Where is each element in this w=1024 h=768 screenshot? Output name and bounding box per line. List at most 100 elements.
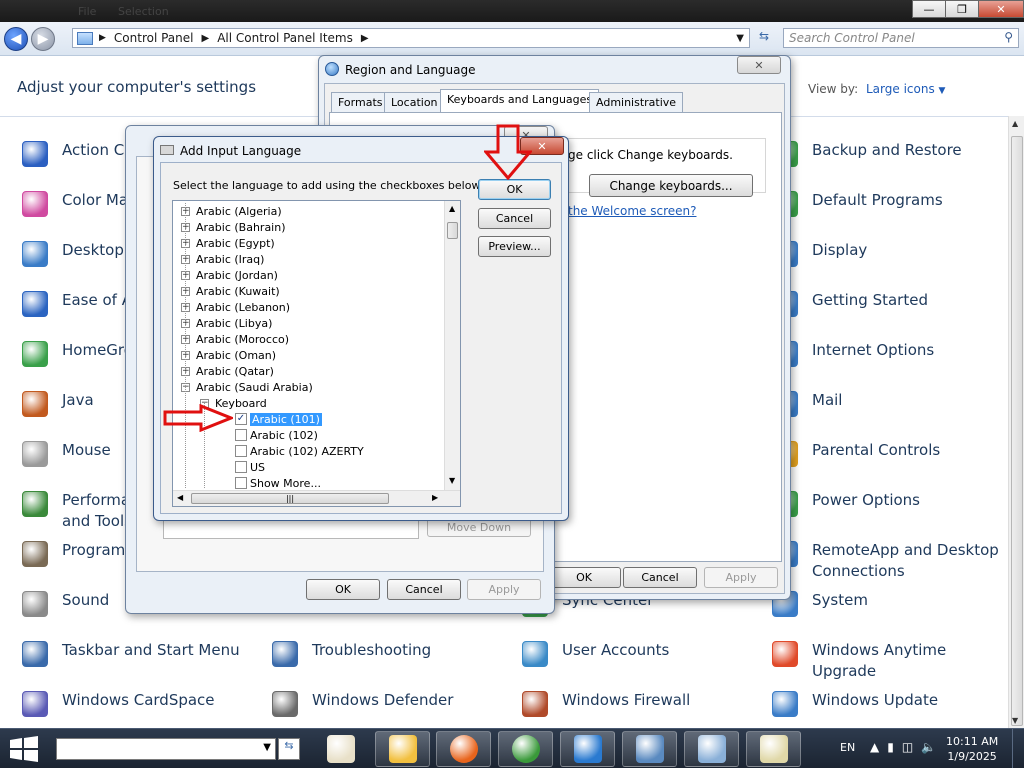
cp-item-ease-of-access[interactable]: Ease of A — [18, 287, 132, 321]
region-apply-button[interactable]: Apply — [704, 567, 778, 588]
scroll-down-arrow-icon[interactable]: ▼ — [1012, 716, 1018, 725]
cp-item-desktop-gadgets[interactable]: Desktop ( — [18, 237, 134, 271]
show-desktop-button[interactable] — [1012, 729, 1024, 768]
search-input[interactable]: Search Control Panel ⚲ — [783, 28, 1019, 48]
text-services-ok-button[interactable]: OK — [306, 579, 380, 600]
breadcrumb-all-items[interactable]: All Control Panel Items — [217, 31, 353, 45]
forward-button[interactable]: ▶ — [31, 27, 55, 51]
taskbar-address-input[interactable]: ▼ — [56, 738, 276, 760]
breadcrumb-control-panel[interactable]: Control Panel — [114, 31, 194, 45]
cp-item-backup[interactable]: Backup and Restore — [768, 137, 962, 171]
scroll-thumb[interactable] — [1011, 136, 1023, 726]
cp-item-default-programs[interactable]: Default Programs — [768, 187, 943, 221]
tree-item[interactable]: + Arabic (Egypt) — [181, 235, 275, 251]
scroll-down-arrow-icon[interactable]: ▼ — [449, 476, 455, 485]
search-icon[interactable]: ⚲ — [1004, 30, 1013, 44]
tree-item[interactable]: + Arabic (Lebanon) — [181, 299, 290, 315]
scroll-up-arrow-icon[interactable]: ▲ — [449, 204, 455, 213]
region-cancel-button[interactable]: Cancel — [623, 567, 697, 588]
cp-item-sound[interactable]: Sound — [18, 587, 109, 621]
cp-item-cardspace[interactable]: Windows CardSpace — [18, 687, 215, 721]
scroll-right-arrow-icon[interactable]: ▶ — [432, 493, 438, 502]
tree-item[interactable]: + Arabic (Kuwait) — [181, 283, 280, 299]
tree-scroll-thumb[interactable] — [447, 222, 458, 239]
cp-item-troubleshooting[interactable]: Troubleshooting — [268, 637, 431, 671]
main-scrollbar[interactable]: ▲ ▼ — [1008, 116, 1024, 728]
cp-item-mouse[interactable]: Mouse — [18, 437, 111, 471]
checkbox[interactable] — [235, 461, 247, 473]
taskbar-app-keyboard[interactable] — [746, 731, 801, 767]
show-hidden-icons-icon[interactable]: ▲ — [870, 740, 879, 754]
chevron-down-icon[interactable]: ▼ — [263, 742, 271, 753]
scroll-up-arrow-icon[interactable]: ▲ — [1012, 119, 1018, 128]
tree-item[interactable]: + Arabic (Oman) — [181, 347, 276, 363]
back-button[interactable]: ◀ — [4, 27, 28, 51]
cp-item-programs[interactable]: Programs — [18, 537, 133, 571]
taskbar-go-button[interactable]: ⇆ — [278, 738, 300, 760]
minimize-button[interactable]: — — [912, 0, 946, 18]
tree-item[interactable]: + Arabic (Libya) — [181, 315, 272, 331]
text-services-apply-button[interactable]: Apply — [467, 579, 541, 600]
view-by-dropdown[interactable]: Large icons ▼ — [866, 82, 945, 96]
cp-item-flag[interactable]: Action Ce — [18, 137, 133, 171]
taskbar-app-firefox[interactable] — [436, 731, 491, 767]
checkbox-checked[interactable]: ✓ — [235, 413, 247, 425]
keyboard-option[interactable]: Arabic (102) AZERTY — [235, 443, 364, 459]
tree-item[interactable]: + Arabic (Jordan) — [181, 267, 278, 283]
cp-item-windows-update[interactable]: Windows Update — [768, 687, 938, 721]
maximize-button[interactable]: ❐ — [945, 0, 979, 18]
volume-icon[interactable]: 🔈 — [921, 740, 936, 754]
cp-item-user-accounts[interactable]: User Accounts — [518, 637, 669, 671]
cp-item-remoteapp[interactable]: RemoteApp and Desktop Connections — [768, 537, 999, 582]
cp-item-windows-defender[interactable]: Windows Defender — [268, 687, 453, 721]
cp-item-performance[interactable]: Performa and Tools — [18, 487, 132, 532]
tree-vertical-scrollbar[interactable]: ▲ ▼ — [444, 201, 460, 490]
cp-item-taskbar[interactable]: Taskbar and Start Menu — [18, 637, 240, 671]
keyboard-option[interactable]: Show More... — [235, 475, 321, 491]
keyboard-option[interactable]: US — [235, 459, 265, 475]
tab-keyboards-languages[interactable]: Keyboards and Languages — [440, 89, 600, 113]
cp-item-windows-firewall[interactable]: Windows Firewall — [518, 687, 690, 721]
cp-item-parental-controls[interactable]: Parental Controls — [768, 437, 940, 471]
cp-item-getting-started[interactable]: Getting Started — [768, 287, 928, 321]
checkbox[interactable] — [235, 445, 247, 457]
taskbar-app-chrome[interactable] — [498, 731, 553, 767]
close-window-button[interactable]: ✕ — [978, 0, 1024, 18]
cp-item-homegroup[interactable]: HomeGro — [18, 337, 133, 371]
taskbar-app-network[interactable] — [684, 731, 739, 767]
refresh-button[interactable]: ⇆ — [754, 29, 774, 47]
clock[interactable]: 10:11 AM 1/9/2025 — [946, 734, 998, 764]
change-keyboards-button[interactable]: Change keyboards... — [589, 174, 753, 197]
checkbox[interactable] — [235, 477, 247, 489]
cp-item-windows-anytime[interactable]: Windows Anytime Upgrade — [768, 637, 946, 682]
keyboard-option[interactable]: Arabic (102) — [235, 427, 318, 443]
scroll-left-arrow-icon[interactable]: ◀ — [177, 493, 183, 502]
text-services-cancel-button[interactable]: Cancel — [387, 579, 461, 600]
keyboard-option[interactable]: ✓ Arabic (101) — [235, 411, 322, 427]
region-close-button[interactable]: ✕ — [737, 56, 781, 74]
checkbox[interactable] — [235, 429, 247, 441]
language-indicator[interactable]: EN — [840, 741, 855, 754]
add-ok-button[interactable]: OK — [478, 179, 551, 200]
taskbar-app-paint[interactable] — [313, 731, 368, 767]
tree-item[interactable]: + Arabic (Qatar) — [181, 363, 274, 379]
tree-item[interactable]: + Arabic (Bahrain) — [181, 219, 286, 235]
cp-item-color-management[interactable]: Color Ma — [18, 187, 128, 221]
preview-button[interactable]: Preview... — [478, 236, 551, 257]
cp-item-internet-options[interactable]: Internet Options — [768, 337, 934, 371]
usb-device-icon[interactable]: ▮ — [887, 740, 894, 754]
tree-hscroll-thumb[interactable]: ||| — [191, 493, 389, 504]
cp-item-java[interactable]: Java — [18, 387, 94, 421]
tree-item[interactable]: + Arabic (Morocco) — [181, 331, 289, 347]
welcome-screen-link[interactable]: the Welcome screen? — [568, 204, 696, 218]
tab-formats[interactable]: Formats — [331, 92, 390, 112]
tree-item[interactable]: + Arabic (Iraq) — [181, 251, 264, 267]
tab-administrative[interactable]: Administrative — [589, 92, 684, 112]
tree-item[interactable]: + Arabic (Algeria) — [181, 203, 282, 219]
address-field[interactable]: ▶ Control Panel ▶ All Control Panel Item… — [72, 28, 750, 48]
network-tray-icon[interactable]: ◫ — [902, 740, 913, 754]
chevron-down-icon[interactable]: ▼ — [736, 33, 744, 44]
tab-location[interactable]: Location — [384, 92, 445, 112]
taskbar-app-vscode[interactable] — [560, 731, 615, 767]
add-cancel-button[interactable]: Cancel — [478, 208, 551, 229]
